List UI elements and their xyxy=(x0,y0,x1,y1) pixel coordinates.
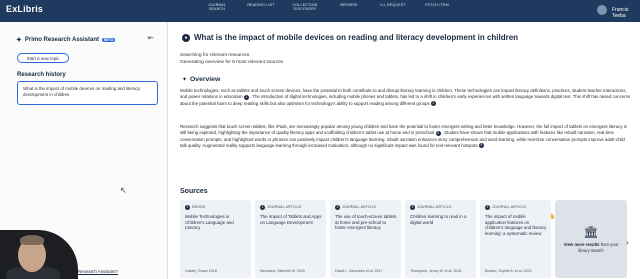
overview-paragraph-2: Research suggests that touch screen tabl… xyxy=(180,124,632,149)
citation-3[interactable]: 3 xyxy=(435,130,441,136)
search-status: Searching for relevant resources Generat… xyxy=(180,52,283,66)
sources-list: 1 EBOOK Mobile Technologies in Children'… xyxy=(180,200,627,278)
library-icon: 🏛 xyxy=(583,225,599,240)
citation-4[interactable]: 2 xyxy=(430,100,436,106)
question-title: What is the impact of mobile devices on … xyxy=(194,33,519,42)
user-name[interactable]: Francis Teeba xyxy=(612,7,640,19)
webcam-person-hair xyxy=(20,235,44,245)
collapse-panel-icon[interactable]: ⇤ xyxy=(148,34,154,42)
source-meta: Neumann, Michelle M. 2020 xyxy=(260,269,305,273)
source-number: 3 xyxy=(335,205,340,210)
user-question-icon: ● xyxy=(182,34,190,42)
source-number: 4 xyxy=(410,205,415,210)
source-type: JOURNAL ARTICLE xyxy=(342,205,377,209)
sparkle-icon: ✦ xyxy=(16,37,22,44)
sources-heading: Sources xyxy=(180,188,208,195)
source-card[interactable]: 4 JOURNAL ARTICLE Children learning to r… xyxy=(405,200,476,278)
beta-badge: BETA xyxy=(102,38,116,42)
nav-collection-discovery[interactable]: COLLECTION DISCOVERY xyxy=(290,3,320,12)
assistant-title-text: Primo Research Assistant xyxy=(24,37,100,43)
source-card[interactable]: 2 JOURNAL ARTICLE The Impact of Tablets … xyxy=(255,200,326,278)
status-generating: Generating overview for 5 most relevant … xyxy=(180,60,284,65)
user-avatar-icon[interactable] xyxy=(597,5,607,15)
status-searching: Searching for relevant resources xyxy=(180,53,250,58)
next-sources-chevron-icon[interactable]: › xyxy=(626,238,629,247)
source-card[interactable]: 3 JOURNAL ARTICLE The use of touch-scree… xyxy=(330,200,401,278)
top-navigation-bar: ExLibris JOURNAL SEARCH READING LIST COL… xyxy=(0,0,640,22)
history-item[interactable]: What is the impact of mobile devices on … xyxy=(17,81,158,105)
source-title[interactable]: Mobile Technologies in Children's Langua… xyxy=(185,214,247,231)
source-type: JOURNAL ARTICLE xyxy=(492,205,527,209)
view-more-bold: View more results xyxy=(563,242,600,248)
source-type: JOURNAL ARTICLE xyxy=(417,205,452,209)
exlibris-logo[interactable]: ExLibris xyxy=(6,4,43,14)
research-assistant-link[interactable]: Research Assistant? xyxy=(78,269,118,274)
nav-reading-list[interactable]: READING LIST xyxy=(246,3,276,12)
source-title[interactable]: The Impact of Tablets and Apps on Langua… xyxy=(260,214,322,225)
overview-paragraph-1: Mobile technologies, such as tablets and… xyxy=(180,88,632,107)
main-nav: JOURNAL SEARCH READING LIST COLLECTION D… xyxy=(202,3,452,12)
source-meta: Booton, Sophie A. et al. 2023 xyxy=(485,269,532,273)
source-number: 2 xyxy=(260,205,265,210)
new-topic-button[interactable]: Start a new topic xyxy=(17,53,69,63)
source-meta: Thompson, Jenny M. et al. 2018 xyxy=(410,269,462,273)
overview-panel: ✦ Overview Mobile technologies, such as … xyxy=(174,68,634,220)
citation-5[interactable]: 5 xyxy=(478,143,484,149)
source-number: 1 xyxy=(185,205,190,210)
overview-title: Overview xyxy=(190,76,221,83)
source-number: 5 xyxy=(485,205,490,210)
source-meta: Oakley, Grace 2018 xyxy=(185,269,217,273)
source-card[interactable]: 1 EBOOK Mobile Technologies in Children'… xyxy=(180,200,251,278)
assistant-title: ✦ Primo Research Assistant BETA xyxy=(16,36,116,44)
nav-fetch-item[interactable]: FETCH ITEM xyxy=(422,3,452,12)
research-history-heading: Research history xyxy=(17,72,66,78)
view-more-text: View more results from your library sear… xyxy=(562,242,620,253)
source-type: JOURNAL ARTICLE xyxy=(267,205,302,209)
source-title[interactable]: Children learning to read in a digital w… xyxy=(410,214,472,225)
main-content: ● What is the impact of mobile devices o… xyxy=(168,22,640,279)
source-card[interactable]: 5 JOURNAL ARTICLE The impact of mobile a… xyxy=(480,200,551,278)
nav-journal-search[interactable]: JOURNAL SEARCH xyxy=(202,3,232,12)
source-meta: David L. Neumann et al. 2017 xyxy=(335,269,383,273)
nav-ill-request[interactable]: ILL REQUEST xyxy=(378,3,408,12)
source-title[interactable]: The impact of mobile application feature… xyxy=(485,214,547,236)
nav-browse[interactable]: BROWSE xyxy=(334,3,364,12)
mouse-cursor-icon: ↖ xyxy=(120,186,127,195)
source-type: EBOOK xyxy=(192,205,206,209)
view-more-results-card[interactable]: 🏛 View more results from your library se… xyxy=(555,200,627,278)
source-title[interactable]: The use of touch-screen tablets at home … xyxy=(335,214,397,231)
citation-1[interactable]: 1 xyxy=(243,94,249,100)
overview-sparkle-icon: ✦ xyxy=(182,77,188,83)
